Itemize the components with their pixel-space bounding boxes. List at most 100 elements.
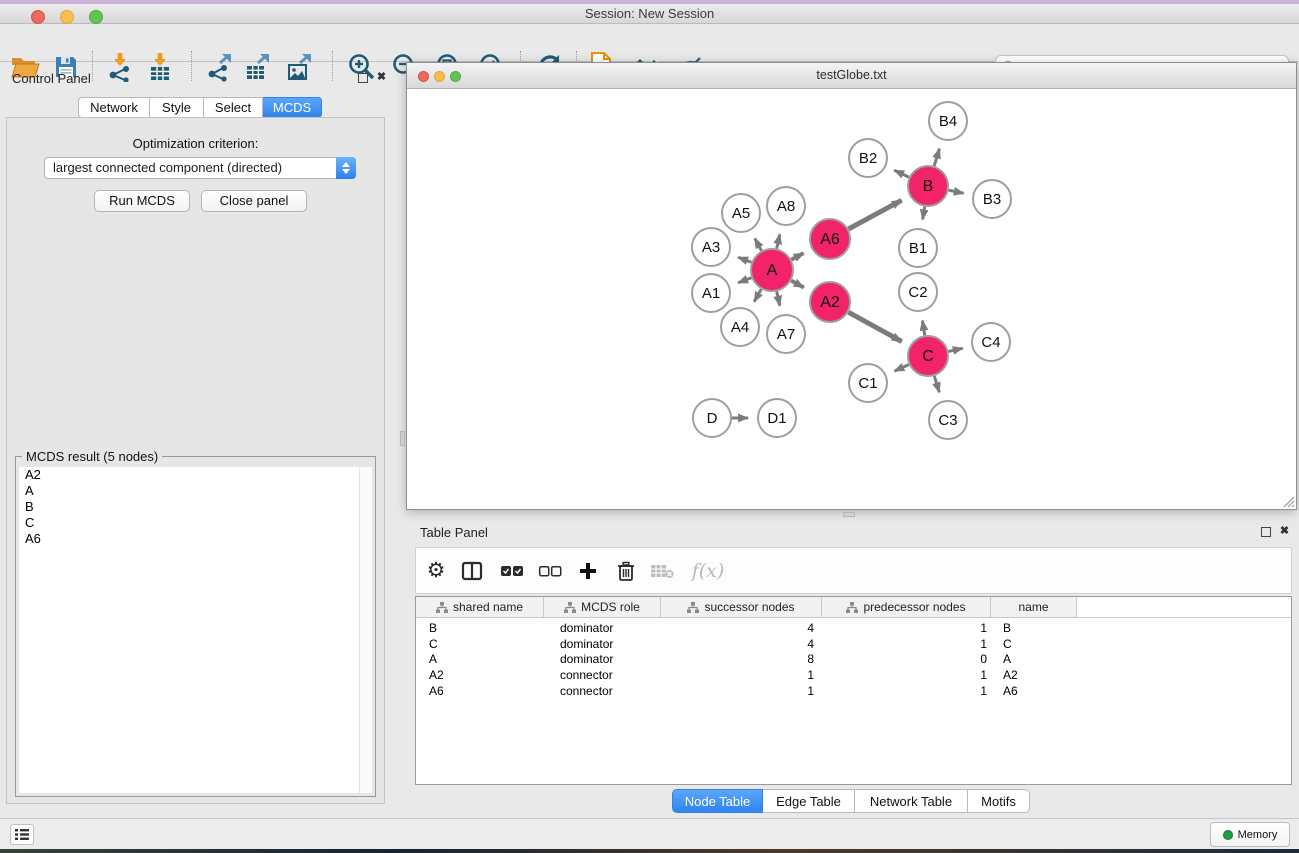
optimization-criterion-select[interactable]: largest connected component (directed) — [44, 157, 356, 179]
tab-mcds[interactable]: MCDS — [263, 97, 322, 118]
import-table-icon[interactable] — [143, 50, 177, 84]
table-cell[interactable]: 4 — [661, 637, 822, 653]
table-cell[interactable]: 1 — [822, 668, 991, 684]
table-settings-icon[interactable]: ⚙ — [419, 554, 453, 588]
graph-edge-B-B3[interactable] — [949, 190, 964, 193]
mcds-result-item[interactable]: A6 — [19, 531, 372, 547]
network-close-button[interactable] — [418, 71, 429, 82]
graph-edge-A-A2[interactable] — [791, 281, 803, 288]
import-network-icon[interactable] — [103, 50, 137, 84]
graph-edge-B-B2[interactable] — [894, 170, 909, 177]
table-cell[interactable]: A6 — [991, 684, 1077, 700]
graph-edge-B-B1[interactable] — [923, 207, 925, 220]
graph-edge-A2-C[interactable] — [848, 312, 901, 341]
table-cell[interactable]: connector — [544, 684, 661, 700]
graph-edge-C-C2[interactable] — [922, 321, 924, 336]
table-row[interactable]: A2connector11A2 — [416, 668, 1291, 684]
show-panels-button[interactable] — [10, 824, 34, 845]
table-cell[interactable]: dominator — [544, 652, 661, 668]
tab-node-table[interactable]: Node Table — [672, 789, 763, 813]
select-all-rows-icon[interactable] — [495, 554, 529, 588]
table-row[interactable]: Bdominator41B — [416, 621, 1291, 637]
table-cell[interactable]: 1 — [661, 668, 822, 684]
column-header-name[interactable]: name — [991, 597, 1077, 618]
column-header-shared-name[interactable]: shared name — [416, 597, 544, 618]
column-visibility-icon[interactable] — [455, 554, 489, 588]
tab-select[interactable]: Select — [204, 97, 263, 118]
graph-edge-A-A5[interactable] — [755, 238, 762, 250]
network-canvas[interactable]: AA6A2BCA5A8A3A1A4A7B2B4B3B1C2C4C1C3DD1 — [407, 89, 1296, 509]
graph-edge-C-C3[interactable] — [934, 376, 939, 392]
table-cell[interactable]: A — [991, 652, 1077, 668]
table-row[interactable]: Cdominator41C — [416, 637, 1291, 653]
column-header-predecessor-nodes[interactable]: predecessor nodes — [822, 597, 991, 618]
tab-network-table[interactable]: Network Table — [855, 789, 968, 813]
table-body: Bdominator41BCdominator41CAdominator80AA… — [416, 618, 1291, 699]
table-cell[interactable]: C — [416, 637, 544, 653]
table-cell[interactable]: C — [991, 637, 1077, 653]
graph-edge-C-C1[interactable] — [894, 365, 908, 371]
close-window-button[interactable] — [31, 10, 45, 24]
mcds-result-list[interactable]: A2ABCA6 — [19, 467, 372, 793]
table-cell[interactable]: B — [991, 621, 1077, 637]
graph-edge-A-A1[interactable] — [738, 278, 751, 283]
table-row[interactable]: A6connector11A6 — [416, 684, 1291, 700]
table-cell[interactable]: 4 — [661, 621, 822, 637]
column-header-mcds-role[interactable]: MCDS role — [544, 597, 661, 618]
table-row[interactable]: Adominator80A — [416, 652, 1291, 668]
deselect-all-rows-icon[interactable] — [533, 554, 567, 588]
graph-edge-A6-B[interactable] — [848, 200, 901, 229]
maximize-window-button[interactable] — [89, 10, 103, 24]
graph-edge-A-A7[interactable] — [777, 291, 780, 305]
mcds-result-item[interactable]: B — [19, 499, 372, 515]
tab-edge-table[interactable]: Edge Table — [763, 789, 855, 813]
graph-edge-B-B4[interactable] — [934, 149, 939, 166]
table-cell[interactable]: 1 — [822, 684, 991, 700]
horizontal-split-grip[interactable] — [843, 512, 855, 517]
memory-button[interactable]: Memory — [1210, 822, 1290, 847]
table-cell[interactable]: 0 — [822, 652, 991, 668]
minimize-window-button[interactable] — [60, 10, 74, 24]
table-cell[interactable]: A2 — [416, 668, 544, 684]
memory-label: Memory — [1238, 829, 1278, 841]
table-cell[interactable]: 1 — [822, 637, 991, 653]
table-cell[interactable]: 1 — [661, 684, 822, 700]
table-cell[interactable]: dominator — [544, 621, 661, 637]
run-mcds-button[interactable]: Run MCDS — [94, 190, 190, 212]
control-panel-float-icon[interactable] — [356, 73, 369, 86]
network-minimize-button[interactable] — [434, 71, 445, 82]
graph-edge-A-A4[interactable] — [754, 289, 761, 302]
tab-style[interactable]: Style — [150, 97, 204, 118]
scrollbar-track[interactable] — [359, 467, 372, 793]
table-cell[interactable]: A — [416, 652, 544, 668]
mcds-result-item[interactable]: A2 — [19, 467, 372, 483]
table-cell[interactable]: connector — [544, 668, 661, 684]
graph-edge-A-A3[interactable] — [738, 257, 751, 262]
control-panel-close-icon[interactable]: ✖ — [375, 71, 388, 84]
table-cell[interactable]: 1 — [822, 621, 991, 637]
vertical-split-grip[interactable] — [400, 431, 405, 446]
table-cell[interactable]: A6 — [416, 684, 544, 700]
graph-edge-A-A6[interactable] — [791, 253, 803, 259]
mcds-result-item[interactable]: A — [19, 483, 372, 499]
tab-motifs[interactable]: Motifs — [968, 789, 1030, 813]
graph-edge-A-A8[interactable] — [777, 234, 780, 248]
export-network-icon[interactable] — [203, 50, 237, 84]
table-panel-float-icon[interactable] — [1259, 527, 1272, 540]
export-table-icon[interactable] — [241, 50, 275, 84]
graph-edge-C-C4[interactable] — [948, 348, 962, 351]
add-column-icon[interactable] — [571, 554, 605, 588]
table-cell[interactable]: A2 — [991, 668, 1077, 684]
table-cell[interactable]: B — [416, 621, 544, 637]
table-panel-close-icon[interactable]: ✖ — [1278, 525, 1291, 538]
network-maximize-button[interactable] — [450, 71, 461, 82]
close-panel-button[interactable]: Close panel — [201, 190, 307, 212]
export-image-icon[interactable] — [283, 50, 317, 84]
mcds-result-item[interactable]: C — [19, 515, 372, 531]
delete-column-icon[interactable] — [609, 554, 643, 588]
table-cell[interactable]: dominator — [544, 637, 661, 653]
tab-network[interactable]: Network — [78, 97, 150, 118]
table-cell[interactable]: 8 — [661, 652, 822, 668]
column-header-successor-nodes[interactable]: successor nodes — [661, 597, 822, 618]
resize-grip-icon[interactable] — [1281, 494, 1295, 508]
